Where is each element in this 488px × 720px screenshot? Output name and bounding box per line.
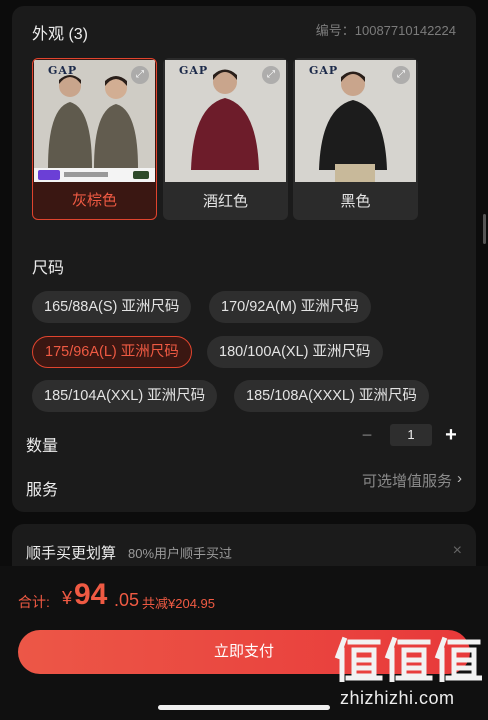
expand-icon[interactable]: ⤢	[392, 66, 410, 84]
product-photo: GAP ⤢	[165, 60, 286, 182]
home-indicator	[158, 705, 330, 710]
product-photo: GAP ⤢	[295, 60, 416, 182]
color-label: 酒红色	[202, 193, 248, 210]
product-serial: 编号：10087710142224	[315, 23, 456, 38]
expand-icon[interactable]: ⤢	[262, 66, 280, 84]
product-photo: GAP ⤢	[34, 60, 155, 182]
quantity-stepper: − 1 +	[356, 424, 462, 446]
color-label: 黑色	[340, 193, 371, 210]
service-selector[interactable]: 可选增值服务	[362, 470, 452, 491]
addon-title: 顺手买更划算	[26, 545, 117, 562]
size-option-l[interactable]: 175/96A(L) 亚洲尺码	[32, 336, 192, 368]
increase-button[interactable]: +	[440, 424, 462, 446]
chevron-right-icon[interactable]: ›	[457, 470, 462, 487]
total-integer: 94	[74, 578, 108, 611]
appearance-title: 外观 (3)	[32, 26, 89, 43]
addon-subtitle: 80%用户顺手买过	[128, 546, 233, 561]
close-icon[interactable]: ×	[453, 542, 462, 560]
brand-logo: GAP	[48, 64, 78, 77]
size-option-xxl[interactable]: 185/104A(XXL) 亚洲尺码	[32, 380, 218, 412]
service-label: 服务	[26, 482, 59, 499]
watermark-url: zhizhizhi.com	[340, 688, 455, 708]
currency-symbol: ¥	[62, 588, 73, 608]
brand-logo: GAP	[179, 64, 209, 77]
watermark-logo	[334, 636, 482, 682]
total-decimal: .05	[114, 590, 140, 610]
price-banner	[34, 168, 155, 182]
size-option-m[interactable]: 170/92A(M) 亚洲尺码	[209, 291, 371, 323]
color-label: 灰棕色	[71, 192, 117, 209]
scrollbar[interactable]	[483, 214, 486, 244]
total-label: 合计:	[18, 594, 50, 610]
size-option-xxxl[interactable]: 185/108A(XXXL) 亚洲尺码	[234, 380, 429, 412]
color-option-3[interactable]: GAP ⤢ 黑色	[293, 58, 418, 220]
order-total: 合计: ¥ 94 .05 共减¥204.95	[18, 576, 318, 616]
size-title: 尺码	[32, 260, 65, 277]
total-saving: 共减¥204.95	[142, 596, 215, 611]
quantity-label: 数量	[26, 438, 59, 455]
size-option-xl[interactable]: 180/100A(XL) 亚洲尺码	[207, 336, 383, 368]
color-option-1[interactable]: GAP ⤢ 灰棕色	[32, 58, 157, 220]
color-option-2[interactable]: GAP ⤢ 酒红色	[163, 58, 288, 220]
decrease-button[interactable]: −	[356, 424, 378, 446]
expand-icon[interactable]: ⤢	[131, 66, 149, 84]
size-option-s[interactable]: 165/88A(S) 亚洲尺码	[32, 291, 192, 323]
quantity-input[interactable]: 1	[390, 424, 432, 446]
brand-logo: GAP	[309, 64, 339, 77]
